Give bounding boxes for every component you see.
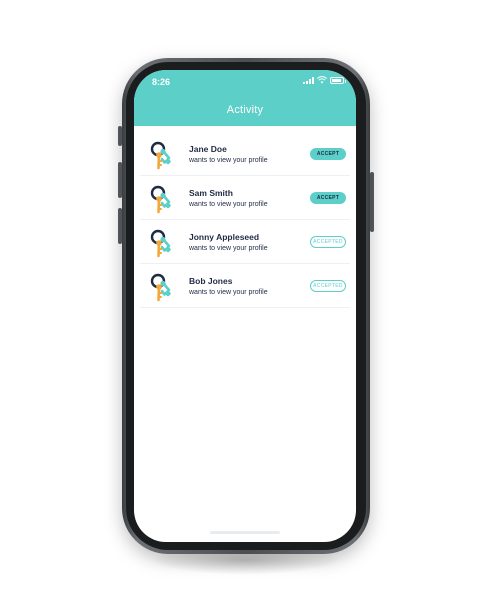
keys-icon (150, 229, 171, 258)
phone-screen: 8:26 Activity Jane Doe wants to view you… (134, 70, 356, 542)
list-item: Sam Smith wants to view your profile ACC… (140, 176, 350, 220)
keys-icon (150, 185, 171, 214)
request-message: wants to view your profile (189, 201, 268, 208)
status-icons (303, 76, 346, 84)
app-header: 8:26 Activity (134, 70, 356, 126)
page-title: Activity (226, 104, 264, 116)
home-indicator (210, 531, 280, 534)
wifi-icon (317, 76, 327, 84)
keys-icon (150, 141, 171, 170)
request-message: wants to view your profile (189, 245, 268, 252)
activity-list: Jane Doe wants to view your profile ACCE… (134, 132, 356, 308)
signal-icon (303, 76, 314, 84)
status-time: 8:26 (152, 77, 171, 87)
list-item: Jonny Appleseed wants to view your profi… (140, 220, 350, 264)
list-item: Jane Doe wants to view your profile ACCE… (140, 132, 350, 176)
keys-icon (150, 273, 171, 302)
requester-name: Jane Doe (189, 144, 227, 154)
accept-button[interactable]: ACCEPT (310, 192, 346, 204)
power-button (370, 172, 374, 232)
requester-name: Jonny Appleseed (189, 232, 260, 242)
request-message: wants to view your profile (189, 289, 268, 296)
request-message: wants to view your profile (189, 157, 268, 164)
list-item: Bob Jones wants to view your profile ACC… (140, 264, 350, 308)
requester-name: Sam Smith (189, 188, 233, 198)
accepted-badge: ACCEPTED (310, 280, 346, 292)
accept-button[interactable]: ACCEPT (310, 148, 346, 160)
battery-icon (330, 76, 346, 84)
accepted-badge: ACCEPTED (310, 236, 346, 248)
requester-name: Bob Jones (189, 276, 233, 286)
